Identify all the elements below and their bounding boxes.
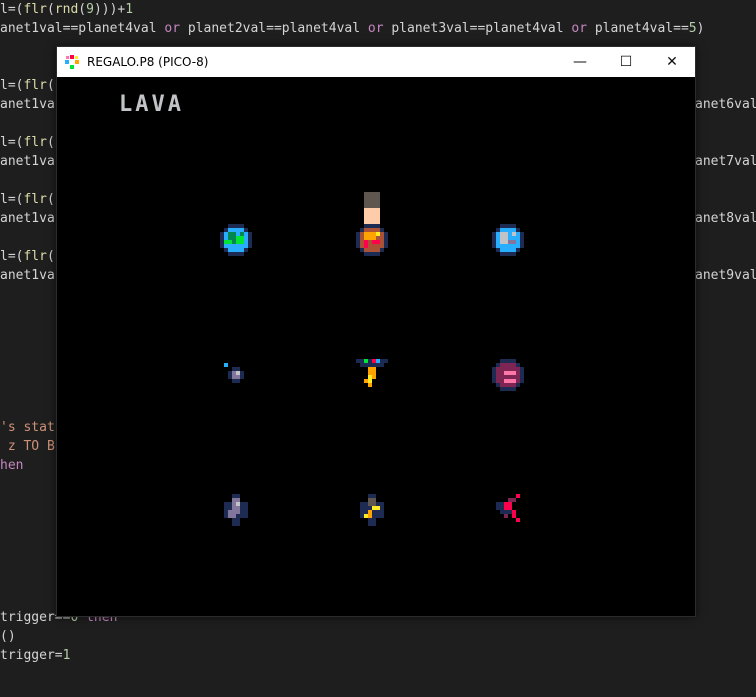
code-token: or bbox=[571, 21, 588, 36]
code-token: or bbox=[164, 21, 181, 36]
code-token: ( bbox=[78, 2, 87, 17]
code-token: flr bbox=[23, 249, 47, 264]
code-line: 's stat bbox=[0, 418, 55, 437]
small-moon-icon[interactable] bbox=[224, 363, 248, 387]
code-token: 5 bbox=[688, 21, 697, 36]
grey-asteroid-icon[interactable] bbox=[220, 494, 252, 526]
code-line: trigger=1 bbox=[0, 646, 70, 665]
lava-planet-icon[interactable] bbox=[356, 224, 388, 256]
blue-ice-planet-icon[interactable] bbox=[492, 224, 524, 256]
code-token: 1 bbox=[62, 648, 71, 663]
yellow-asteroid-icon[interactable] bbox=[356, 494, 388, 526]
code-line: l=(flr( bbox=[0, 247, 55, 266]
code-line: l=(flr(rnd(9)))+1 bbox=[0, 0, 133, 19]
code-token: planet3val==planet4val bbox=[383, 21, 572, 36]
maximize-button[interactable]: ☐ bbox=[603, 47, 649, 77]
code-line: anet1va bbox=[0, 152, 55, 171]
code-token: 1 bbox=[125, 2, 134, 17]
code-token: l=( bbox=[0, 135, 24, 150]
code-token: flr bbox=[23, 135, 47, 150]
code-token: ) bbox=[696, 21, 705, 36]
code-line-right: anet6val bbox=[695, 97, 756, 112]
code-token: anet1va bbox=[0, 211, 55, 226]
code-token: ( bbox=[46, 249, 55, 264]
minimize-icon: — bbox=[573, 54, 587, 70]
window-title: REGALO.P8 (PICO-8) bbox=[87, 55, 209, 69]
code-token: anet1val==planet4val bbox=[0, 21, 165, 36]
code-token: 's stat bbox=[0, 420, 55, 435]
code-token: flr bbox=[23, 78, 47, 93]
code-token: planet2val==planet4val bbox=[180, 21, 368, 36]
minimize-button[interactable]: — bbox=[557, 47, 603, 77]
window-titlebar[interactable]: REGALO.P8 (PICO-8) — ☐ ✕ bbox=[57, 47, 695, 77]
pico8-window[interactable]: REGALO.P8 (PICO-8) — ☐ ✕ LAVA bbox=[56, 46, 696, 617]
pink-gas-planet-icon[interactable] bbox=[492, 359, 524, 391]
code-token: l=( bbox=[0, 192, 24, 207]
code-line-right: anet8val bbox=[695, 211, 756, 226]
code-line: anet1va bbox=[0, 266, 55, 285]
code-line-right: anet9val bbox=[695, 268, 756, 283]
code-line: () bbox=[0, 627, 16, 646]
code-token: )))+ bbox=[93, 2, 126, 17]
code-line-right: anet7val bbox=[695, 154, 756, 169]
code-token: trigger= bbox=[0, 648, 63, 663]
code-token: ( bbox=[46, 2, 55, 17]
planet-type-title: LAVA bbox=[119, 92, 184, 117]
code-line: l=(flr( bbox=[0, 76, 55, 95]
code-line: hen bbox=[0, 456, 23, 475]
code-token: () bbox=[0, 629, 16, 644]
close-button[interactable]: ✕ bbox=[649, 47, 695, 77]
code-token: or bbox=[367, 21, 384, 36]
cursor-icon bbox=[364, 192, 380, 224]
pico8-app-icon bbox=[65, 55, 79, 69]
code-line: z TO B bbox=[0, 437, 55, 456]
code-token: anet1va bbox=[0, 154, 55, 169]
green-earth-planet-icon[interactable] bbox=[220, 224, 252, 256]
code-token: anet1va bbox=[0, 97, 55, 112]
code-line: l=(flr( bbox=[0, 190, 55, 209]
code-token: rnd bbox=[54, 2, 79, 17]
maximize-icon: ☐ bbox=[619, 54, 633, 70]
code-line: l=(flr( bbox=[0, 133, 55, 152]
code-token: flr bbox=[23, 192, 47, 207]
code-line: anet1va bbox=[0, 209, 55, 228]
code-token: flr bbox=[23, 2, 47, 17]
close-icon: ✕ bbox=[666, 54, 678, 70]
red-debris-icon[interactable] bbox=[492, 494, 524, 526]
code-token: anet1va bbox=[0, 268, 55, 283]
ufo-ship-icon[interactable] bbox=[356, 359, 388, 391]
code-line: anet1val==planet4val or planet2val==plan… bbox=[0, 19, 704, 38]
game-screen[interactable]: LAVA bbox=[57, 77, 695, 616]
code-token: hen bbox=[0, 458, 24, 473]
code-token: ( bbox=[46, 78, 55, 93]
code-line: anet1va bbox=[0, 95, 55, 114]
code-token: l=( bbox=[0, 249, 24, 264]
code-token: 9 bbox=[86, 2, 94, 17]
code-token: z TO B bbox=[0, 439, 55, 454]
code-token: l=( bbox=[0, 2, 24, 17]
code-token: ( bbox=[46, 192, 55, 207]
code-token: ( bbox=[46, 135, 55, 150]
code-token: l=( bbox=[0, 78, 24, 93]
code-token: planet4val== bbox=[587, 21, 689, 36]
